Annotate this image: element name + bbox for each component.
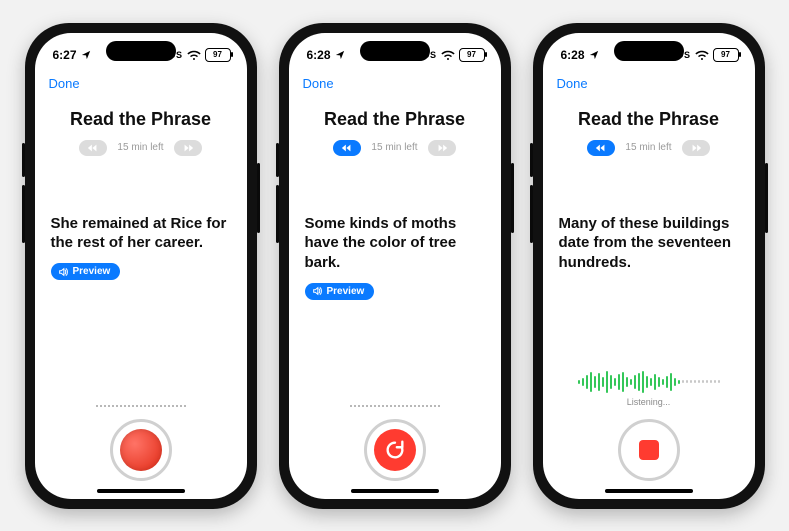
phone-frame: 6:27 SOS 97 Done Read the Phrase [25, 23, 257, 509]
done-button[interactable]: Done [303, 76, 334, 91]
listening-label: Listening... [627, 397, 671, 407]
battery-icon: 97 [205, 48, 231, 62]
record-stop-button[interactable] [618, 419, 680, 481]
skip-back-button[interactable] [333, 140, 361, 156]
phone-frame: 6:28 SOS 97 Done Read the Phrase [279, 23, 511, 509]
skip-back-button[interactable] [587, 140, 615, 156]
skip-forward-button[interactable] [174, 140, 202, 156]
skip-back-button[interactable] [79, 140, 107, 156]
dynamic-island [614, 41, 684, 61]
home-indicator[interactable] [97, 489, 185, 493]
wifi-icon [695, 50, 709, 60]
status-time: 6:28 [561, 48, 585, 62]
idle-waveform-icon [96, 405, 186, 407]
preview-button[interactable]: Preview [51, 263, 121, 280]
page-title: Read the Phrase [557, 109, 741, 130]
screen: 6:28 SOS 97 Done Read the Phrase [289, 33, 501, 499]
time-left-label: 15 min left [117, 142, 163, 153]
idle-waveform-icon [350, 405, 440, 407]
page-title: Read the Phrase [49, 109, 233, 130]
phrase-text: She remained at Rice for the rest of her… [51, 214, 231, 254]
done-button[interactable]: Done [557, 76, 588, 91]
preview-button[interactable]: Preview [305, 283, 375, 300]
page-title: Read the Phrase [303, 109, 487, 130]
stop-icon [639, 440, 659, 460]
dynamic-island [360, 41, 430, 61]
wifi-icon [187, 50, 201, 60]
speaker-icon [312, 286, 322, 296]
waveform-area: Listening... [543, 377, 755, 407]
speaker-icon [58, 267, 68, 277]
dynamic-island [106, 41, 176, 61]
preview-label: Preview [327, 286, 365, 297]
nav-bar: Done [35, 73, 247, 95]
record-start-icon [120, 429, 162, 471]
phrase-text: Many of these buildings date from the se… [559, 214, 739, 273]
battery-icon: 97 [459, 48, 485, 62]
done-button[interactable]: Done [49, 76, 80, 91]
waveform-area [35, 377, 247, 407]
location-arrow-icon [81, 50, 91, 60]
listening-waveform-icon [578, 371, 720, 393]
time-left-label: 15 min left [625, 142, 671, 153]
skip-forward-button[interactable] [428, 140, 456, 156]
battery-icon: 97 [713, 48, 739, 62]
location-arrow-icon [589, 50, 599, 60]
time-left-label: 15 min left [371, 142, 417, 153]
waveform-area [289, 377, 501, 407]
nav-bar: Done [543, 73, 755, 95]
phone-frame: 6:28 SOS 97 Done Read the Phrase [533, 23, 765, 509]
home-indicator[interactable] [605, 489, 693, 493]
status-time: 6:28 [307, 48, 331, 62]
location-arrow-icon [335, 50, 345, 60]
home-indicator[interactable] [351, 489, 439, 493]
phrase-text: Some kinds of moths have the color of tr… [305, 214, 485, 273]
wifi-icon [441, 50, 455, 60]
screen: 6:27 SOS 97 Done Read the Phrase [35, 33, 247, 499]
record-retry-button[interactable] [364, 419, 426, 481]
retry-icon [374, 429, 416, 471]
screen: 6:28 SOS 97 Done Read the Phrase [543, 33, 755, 499]
nav-bar: Done [289, 73, 501, 95]
skip-forward-button[interactable] [682, 140, 710, 156]
record-button[interactable] [110, 419, 172, 481]
preview-label: Preview [73, 266, 111, 277]
status-time: 6:27 [53, 48, 77, 62]
